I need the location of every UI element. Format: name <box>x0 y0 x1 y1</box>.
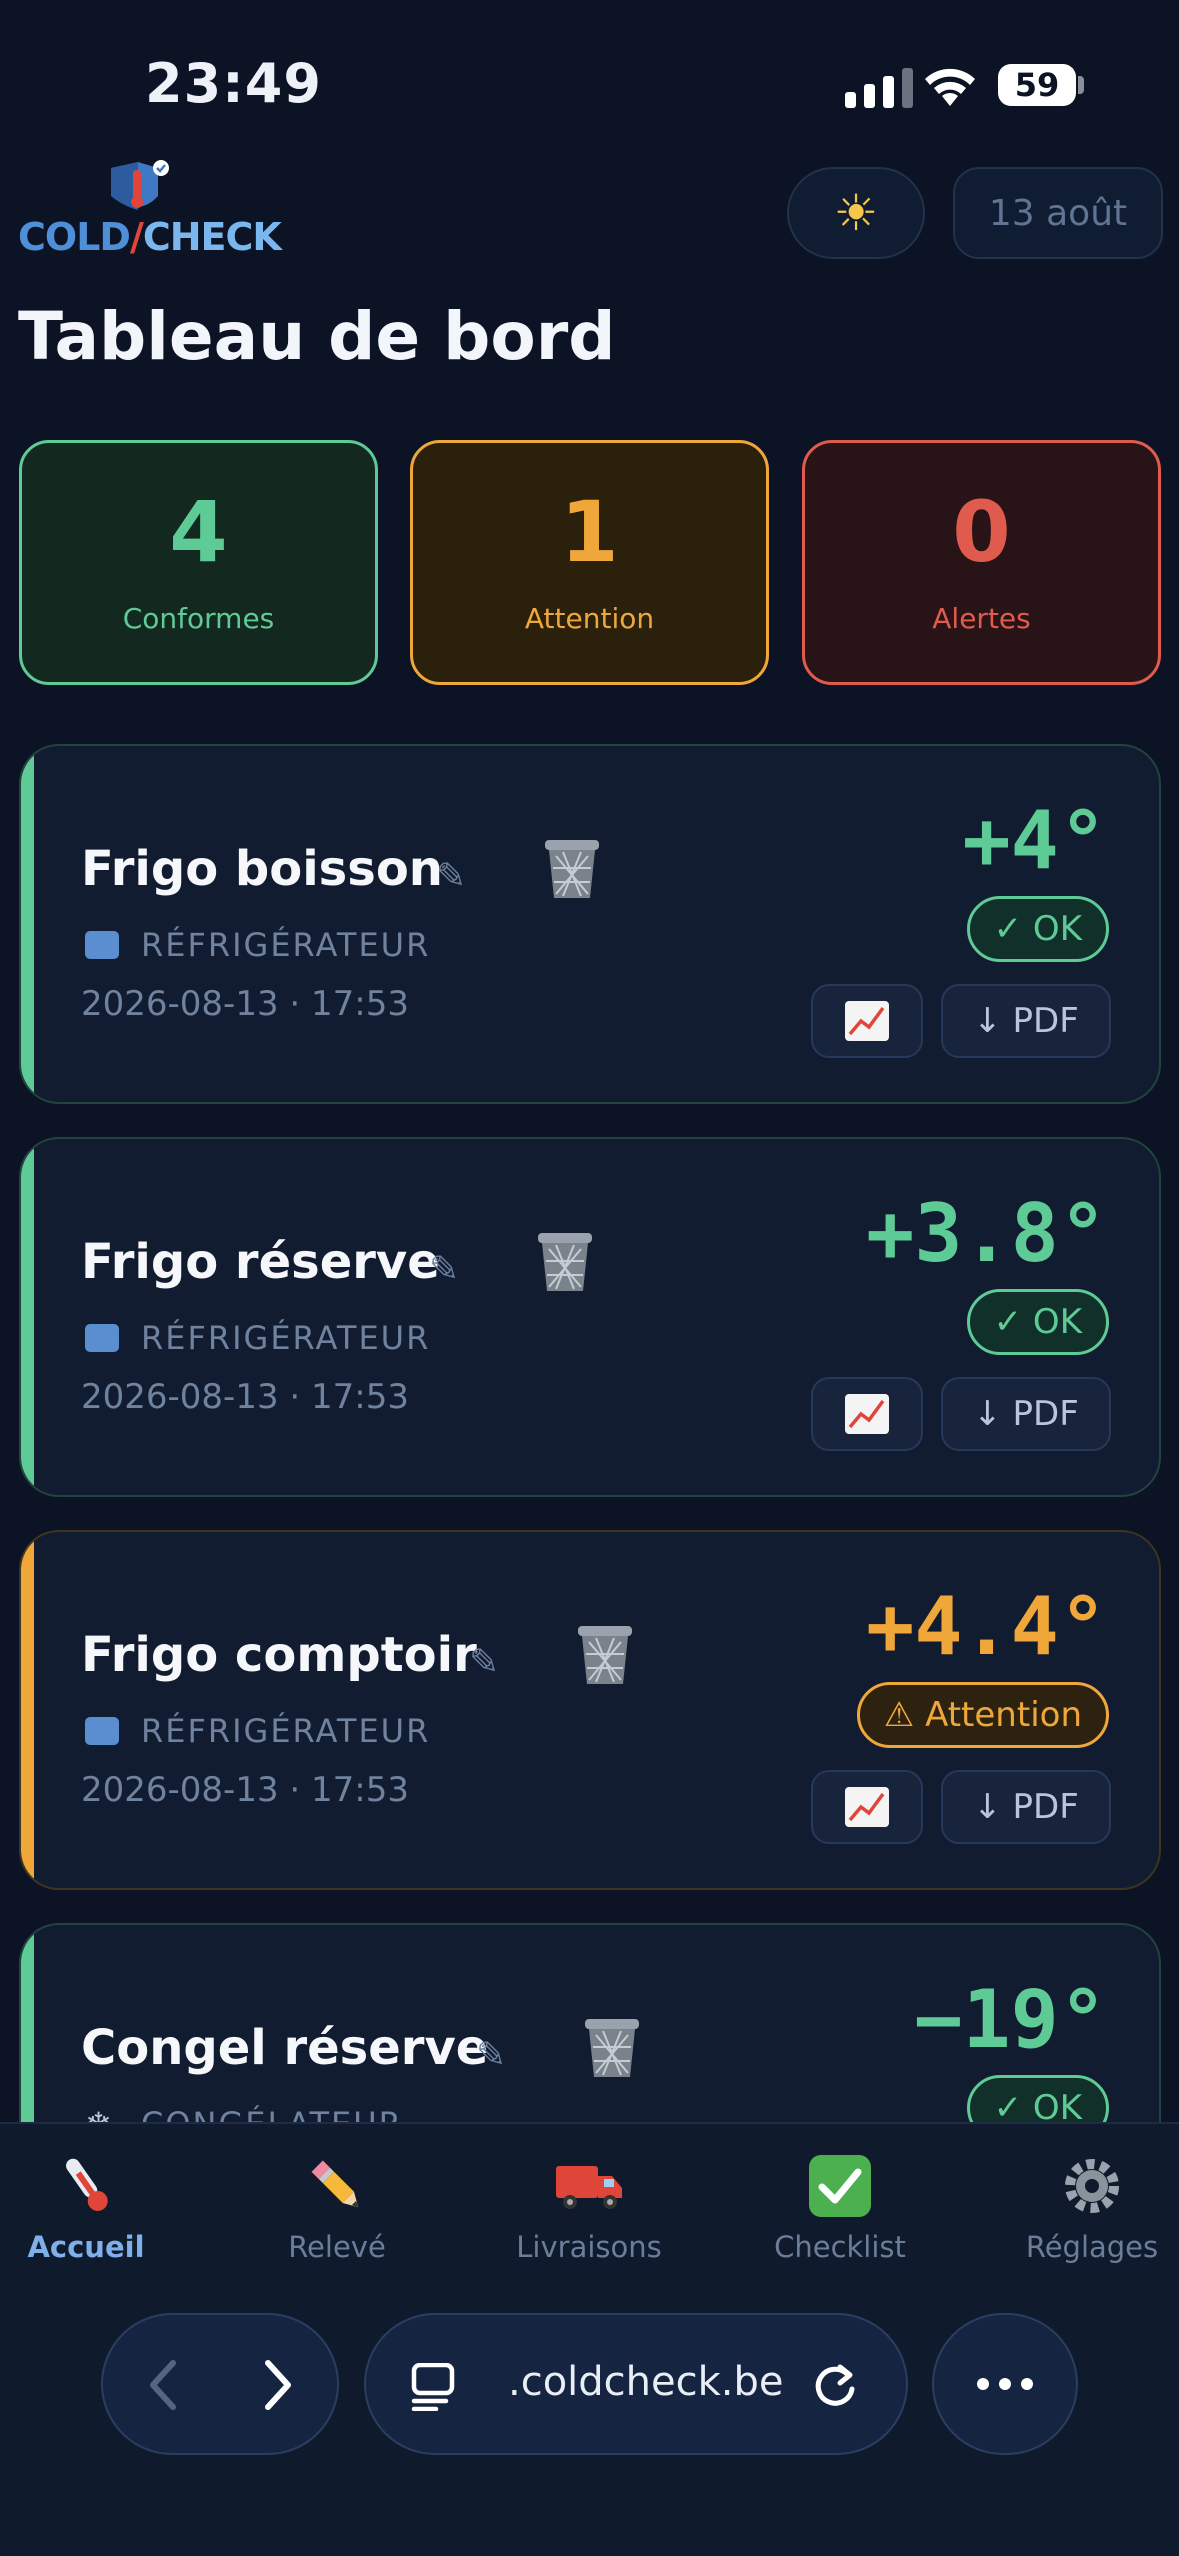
chart-button[interactable] <box>811 984 923 1058</box>
nav-label: Checklist <box>774 2230 906 2264</box>
chart-increasing-icon <box>845 1394 889 1434</box>
date-button[interactable]: 13 août <box>953 167 1163 259</box>
card-temperature: +4° <box>962 794 1108 887</box>
sun-icon: ☀ <box>833 184 879 242</box>
nav-label: Relevé <box>288 2230 386 2264</box>
sensor-card-frigo-boisson[interactable]: Frigo boisson ✎ RÉFRIGÉRATEUR 2026-08-13… <box>19 744 1161 1104</box>
status-time: 23:49 <box>145 52 322 115</box>
more-options-button[interactable] <box>932 2313 1078 2455</box>
stat-label: Attention <box>524 602 655 635</box>
logo-text: COLD/CHECK <box>18 215 282 259</box>
stat-conformes[interactable]: 4 Conformes <box>19 440 378 685</box>
trash-icon[interactable] <box>581 2015 643 2081</box>
sensor-card-frigo-reserve[interactable]: Frigo réserve ✎ RÉFRIGÉRATEUR 2026-08-13… <box>19 1137 1161 1497</box>
stat-value: 4 <box>169 483 228 581</box>
sensor-card-frigo-comptoir[interactable]: Frigo comptoir ✎ RÉFRIGÉRATEUR 2026-08-1… <box>19 1530 1161 1890</box>
card-temperature: +3.8° <box>866 1187 1107 1280</box>
logo-text-cold: COLD <box>18 215 131 259</box>
stat-value: 0 <box>952 483 1011 581</box>
status-badge: ⚠ Attention <box>856 1682 1109 1748</box>
url-text: .coldcheck.be <box>508 2359 784 2405</box>
card-type-label: RÉFRIGÉRATEUR <box>141 1319 431 1357</box>
reload-icon[interactable] <box>810 2361 860 2411</box>
card-type-label: RÉFRIGÉRATEUR <box>141 926 431 964</box>
chart-increasing-icon <box>845 1787 889 1827</box>
chart-button[interactable] <box>811 1377 923 1451</box>
nav-label: Réglages <box>1025 2230 1159 2264</box>
edit-pencil-icon[interactable]: ✎ <box>476 2035 506 2076</box>
theme-toggle-button[interactable]: ☀ <box>787 167 925 259</box>
battery-tip <box>1078 76 1084 94</box>
edit-pencil-icon[interactable]: ✎ <box>436 856 466 897</box>
card-temperature: +4.4° <box>866 1580 1107 1673</box>
nav-label: Accueil <box>27 2230 145 2264</box>
ice-cube-icon <box>85 1324 119 1352</box>
stat-value: 1 <box>560 483 619 581</box>
card-type-label: RÉFRIGÉRATEUR <box>141 1712 431 1750</box>
edit-pencil-icon[interactable]: ✎ <box>429 1249 459 1290</box>
logo-text-check: CHECK <box>142 215 282 259</box>
stat-attention[interactable]: 1 Attention <box>410 440 769 685</box>
card-datetime: 2026-08-13 · 17:53 <box>81 984 409 1024</box>
coldcheck-logo: COLD/CHECK <box>18 160 282 260</box>
back-chevron-icon[interactable] <box>143 2357 183 2413</box>
edit-pencil-icon[interactable]: ✎ <box>469 1642 499 1683</box>
card-type: RÉFRIGÉRATEUR <box>85 1319 430 1357</box>
bottom-navigation: Accueil Relevé Livraisons Checklist Régl… <box>0 2122 1179 2556</box>
ice-cube-icon <box>85 931 119 959</box>
stat-label: Alertes <box>932 602 1031 635</box>
more-dot <box>999 2378 1011 2390</box>
chart-increasing-icon <box>845 1001 889 1041</box>
stat-label: Conformes <box>122 602 275 635</box>
check-box-icon <box>804 2150 876 2222</box>
card-type: RÉFRIGÉRATEUR <box>85 1712 430 1750</box>
nav-item-accueil[interactable]: Accueil <box>0 2150 186 2264</box>
status-badge: ✓ OK <box>966 896 1109 962</box>
nav-item-checklist[interactable]: Checklist <box>740 2150 940 2264</box>
card-name: Frigo boisson <box>81 841 443 897</box>
gear-icon <box>1056 2150 1128 2222</box>
trash-icon[interactable] <box>541 836 603 902</box>
status-bar: 23:49 59 <box>0 0 1179 170</box>
card-name: Frigo comptoir <box>81 1627 477 1683</box>
battery-indicator: 59 <box>998 64 1076 106</box>
browser-nav-buttons <box>101 2313 339 2455</box>
card-name: Frigo réserve <box>81 1234 440 1290</box>
more-dot <box>977 2378 989 2390</box>
trash-icon[interactable] <box>574 1622 636 1688</box>
tabs-overview-icon[interactable] <box>410 2363 458 2411</box>
page-title: Tableau de bord <box>18 298 616 375</box>
card-temperature: −19° <box>914 1973 1107 2066</box>
card-type: RÉFRIGÉRATEUR <box>85 926 430 964</box>
chart-button[interactable] <box>811 1770 923 1844</box>
card-datetime: 2026-08-13 · 17:53 <box>81 1770 409 1810</box>
cellular-signal-icon <box>845 68 913 108</box>
nav-item-livraisons[interactable]: Livraisons <box>489 2150 689 2264</box>
logo-shield-icon <box>111 160 169 210</box>
nav-label: Livraisons <box>516 2230 662 2264</box>
pencil-icon <box>301 2150 373 2222</box>
nav-item-releve[interactable]: Relevé <box>237 2150 437 2264</box>
truck-icon <box>553 2150 625 2222</box>
ice-cube-icon <box>85 1717 119 1745</box>
thermometer-icon <box>50 2150 122 2222</box>
stat-alertes[interactable]: 0 Alertes <box>802 440 1161 685</box>
card-name: Congel réserve <box>81 2020 489 2076</box>
url-bar[interactable]: .coldcheck.be <box>364 2313 908 2455</box>
pdf-download-button[interactable]: ↓ PDF <box>941 1770 1111 1844</box>
trash-icon[interactable] <box>534 1229 596 1295</box>
card-datetime: 2026-08-13 · 17:53 <box>81 1377 409 1417</box>
nav-item-reglages[interactable]: Réglages <box>992 2150 1179 2264</box>
wifi-icon <box>925 68 975 106</box>
forward-chevron-icon[interactable] <box>258 2357 298 2413</box>
more-dot <box>1021 2378 1033 2390</box>
pdf-download-button[interactable]: ↓ PDF <box>941 1377 1111 1451</box>
pdf-download-button[interactable]: ↓ PDF <box>941 984 1111 1058</box>
logo-text-slash: / <box>129 215 144 259</box>
status-badge: ✓ OK <box>966 1289 1109 1355</box>
